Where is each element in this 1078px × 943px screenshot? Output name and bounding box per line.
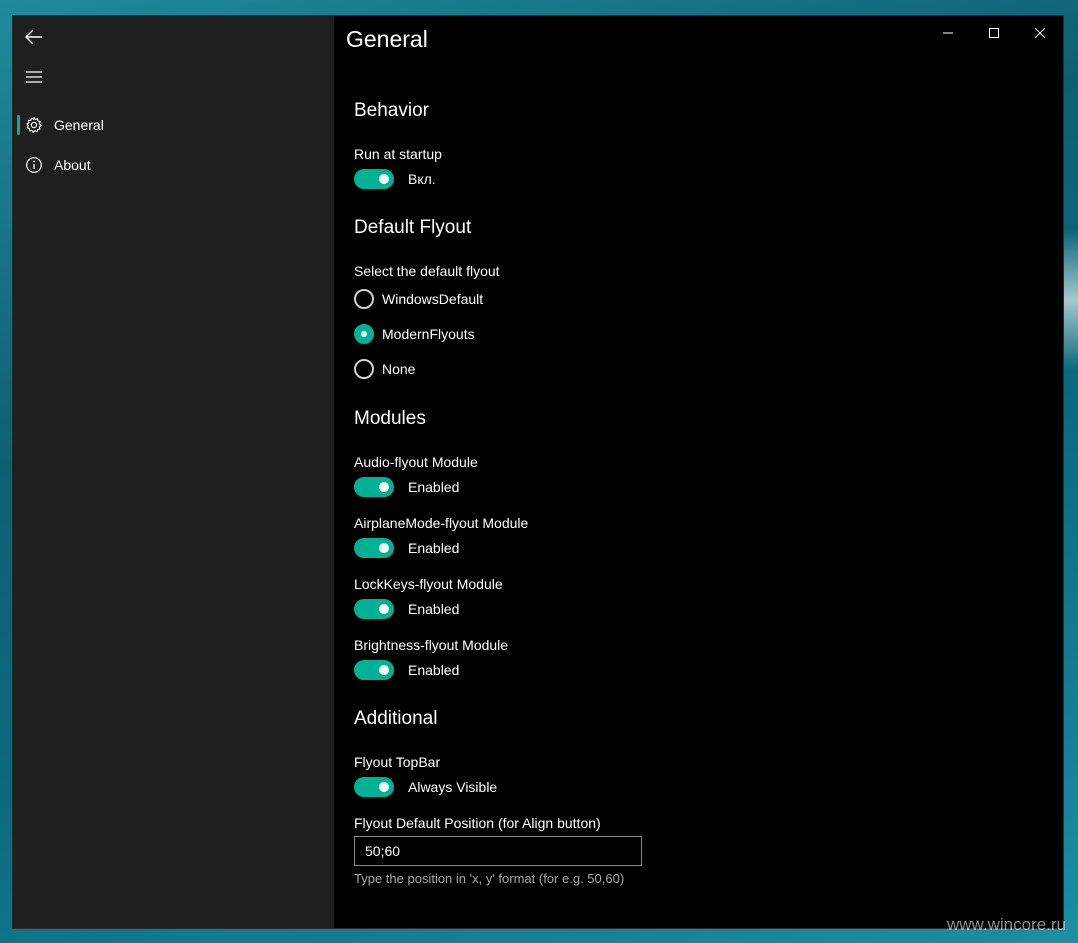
back-arrow-icon [25, 29, 42, 45]
run-at-startup-toggle[interactable] [354, 169, 394, 189]
select-default-flyout-label: Select the default flyout [354, 263, 500, 279]
modules-section-title: Modules [354, 408, 426, 429]
audio-module-toggle-row: Enabled [354, 477, 459, 497]
radio-label: ModernFlyouts [382, 326, 475, 342]
lockkeys-module-toggle[interactable] [354, 599, 394, 619]
sidebar-item-about[interactable]: About [13, 145, 334, 185]
gear-icon [26, 116, 42, 133]
sidebar-item-label: About [54, 157, 91, 173]
toggle-state-text: Enabled [408, 662, 460, 678]
brightness-module-toggle-row: Enabled [354, 660, 459, 680]
toggle-state-text: Always Visible [408, 779, 498, 795]
default-flyout-section-title: Default Flyout [354, 217, 472, 238]
radio-option-windowsdefault[interactable]: WindowsDefault [354, 289, 483, 309]
minimize-button[interactable] [925, 16, 971, 50]
run-at-startup-toggle-row: Вкл. [354, 169, 436, 189]
radio-option-modernflyouts[interactable]: ModernFlyouts [354, 324, 475, 344]
lockkeys-module-label: LockKeys-flyout Module [354, 576, 503, 592]
airplanemode-module-toggle[interactable] [354, 538, 394, 558]
flyout-default-position-input[interactable] [354, 836, 642, 866]
toggle-state-text: Вкл. [408, 171, 436, 187]
flyout-default-position-hint: Type the position in 'x, y' format (for … [354, 871, 625, 886]
window-caption-controls [925, 16, 1063, 50]
airplanemode-module-toggle-row: Enabled [354, 538, 459, 558]
minimize-icon [943, 32, 953, 34]
run-at-startup-label: Run at startup [354, 146, 442, 162]
radio-button[interactable] [354, 289, 374, 309]
flyout-default-position-label: Flyout Default Position (for Align butto… [354, 815, 601, 831]
close-icon [1035, 28, 1045, 38]
radio-label: WindowsDefault [382, 291, 484, 307]
maximize-icon [989, 28, 999, 38]
flyout-topbar-label: Flyout TopBar [354, 754, 441, 770]
hamburger-icon [26, 71, 42, 83]
page-title: General [346, 26, 428, 52]
selection-indicator [17, 115, 20, 135]
toggle-state-text: Enabled [408, 601, 460, 617]
flyout-topbar-toggle-row: Always Visible [354, 777, 497, 797]
radio-option-none[interactable]: None [354, 359, 415, 379]
radio-button-checked[interactable] [354, 324, 374, 344]
behavior-section-title: Behavior [354, 100, 429, 121]
maximize-button[interactable] [971, 16, 1017, 50]
flyout-topbar-toggle[interactable] [354, 777, 394, 797]
close-button[interactable] [1017, 16, 1063, 50]
airplanemode-module-label: AirplaneMode-flyout Module [354, 515, 529, 531]
info-icon [26, 157, 42, 173]
lockkeys-module-toggle-row: Enabled [354, 599, 459, 619]
menu-button[interactable] [21, 64, 47, 90]
radio-button[interactable] [354, 359, 374, 379]
radio-label: None [382, 361, 416, 377]
navigation-sidebar: General About [13, 16, 334, 928]
toggle-state-text: Enabled [408, 479, 460, 495]
content-area: General Behavior Run at startup Вкл. Def… [334, 16, 1063, 928]
watermark-text: www.wincore.ru [946, 915, 1066, 934]
brightness-module-toggle[interactable] [354, 660, 394, 680]
app-window: General About General Behavior Run at st… [13, 16, 1063, 928]
toggle-state-text: Enabled [408, 540, 460, 556]
back-button[interactable] [21, 24, 47, 50]
additional-section-title: Additional [354, 708, 438, 729]
audio-module-label: Audio-flyout Module [354, 454, 478, 470]
sidebar-item-general[interactable]: General [13, 105, 334, 145]
audio-module-toggle[interactable] [354, 477, 394, 497]
brightness-module-label: Brightness-flyout Module [354, 637, 509, 653]
sidebar-item-label: General [54, 117, 104, 133]
